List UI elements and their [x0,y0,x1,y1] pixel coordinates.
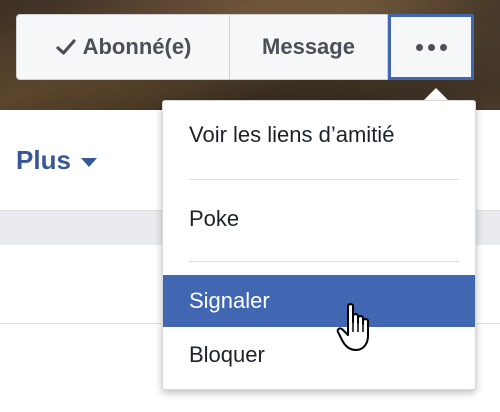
tab-more-label: Plus [16,144,71,175]
profile-action-buttons: Abonné(e) Message [16,14,474,80]
follow-button[interactable]: Abonné(e) [16,14,230,80]
menu-item-report[interactable]: Signaler [163,275,475,327]
more-options-menu: Voir les liens d’amitié Poke Signaler Bl… [162,100,476,390]
menu-item-view-friendship[interactable]: Voir les liens d’amitié [163,109,475,161]
caret-down-icon [80,157,97,167]
ellipsis-icon [415,43,447,51]
more-options-button[interactable] [388,14,474,80]
menu-item-label: Voir les liens d’amitié [189,122,395,147]
menu-separator [189,261,459,262]
menu-item-block[interactable]: Bloquer [163,329,475,381]
menu-item-poke[interactable]: Poke [163,193,475,245]
checkmark-icon [56,39,76,55]
hand-pointer-icon [336,303,369,351]
menu-item-label: Bloquer [189,342,265,367]
menu-item-label: Signaler [189,288,270,313]
message-button[interactable]: Message [230,14,388,80]
message-button-label: Message [262,34,355,59]
menu-separator [189,179,459,180]
menu-item-label: Poke [189,206,240,231]
tab-more[interactable]: Plus [16,142,97,178]
dropdown-pointer [424,88,448,100]
follow-button-label: Abonné(e) [82,34,192,59]
